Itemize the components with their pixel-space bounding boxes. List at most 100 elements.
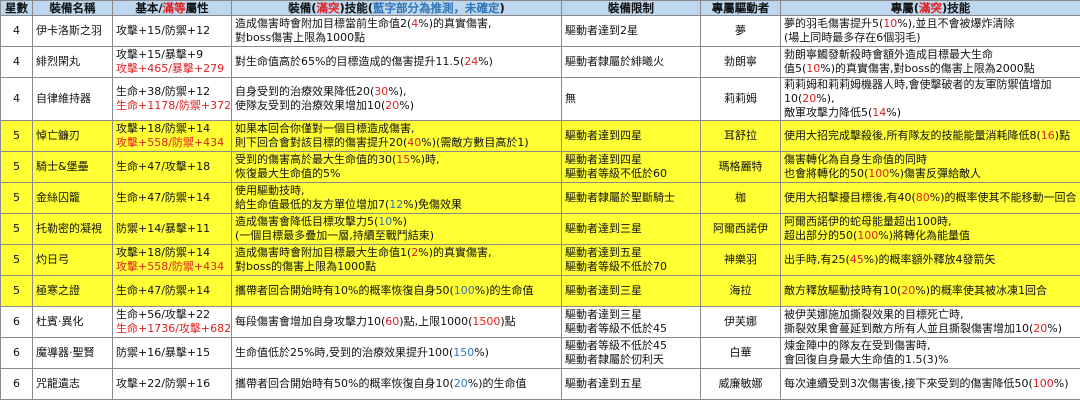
effect-cell: 攜帶者回合開始時有50%的概率恢復自身10(20%)的生命值: [231, 368, 562, 400]
attribute-cell-text: 攻擊+22/防禦+16: [116, 377, 211, 390]
effect-cell-line: 造成傷害會降低目標攻擊力5(10%): [235, 215, 558, 229]
effect-cell-text: 對boss的傷害上限為1000點: [235, 260, 377, 273]
effect-cell-line: 使用驅動技時,: [235, 184, 558, 198]
attribute-cell: 攻擊+22/防禦+16: [112, 368, 232, 400]
effect-cell-text: 造成傷害時會附加目標當前生命值2(: [235, 17, 412, 30]
exclusive-skill-cell-line: 撕裂效果會蔓延到敵方所有人並且撕裂傷害增加10(20%): [784, 322, 1077, 336]
effect-cell-line: 造成傷害時會附加目標最大生命值1(2%)的真實傷害,: [235, 246, 558, 260]
effect-cell-text: 恢復最大生命值的5%: [235, 167, 341, 180]
equipment-name-cell: 緋烈閑丸: [32, 46, 113, 78]
table-row: 5 騎士&堡壘 生命+47/攻擊+18 受到的傷害高於最大生命值的30(15%)時, 恢…: [0, 151, 1080, 183]
limit-cell-line: 驅動者等級不低於45: [565, 322, 697, 336]
star-cell: 5: [0, 120, 33, 152]
header-attr: 基本/滿等屬性: [112, 0, 232, 16]
equipment-table: 星數 裝備名稱 基本/滿等屬性 裝備(滿突)技能(藍字部分為推測，未確定) 裝備…: [0, 0, 1080, 400]
effect-cell-text: 造成傷害時會附加目標最大生命值1(: [235, 246, 412, 259]
driver-cell: 夢: [700, 15, 781, 47]
effect-cell-line: 自身受到的治療效果降低20(30%),: [235, 85, 558, 99]
exclusive-skill-cell-text: %)的概率使其不能移動一回合: [929, 191, 1077, 204]
limit-cell: 驅動者隸屬於聖斷騎士: [561, 182, 701, 214]
star-cell: 5: [0, 151, 33, 183]
limit-cell-text: 驅動者隸屬於緋曦火: [565, 55, 664, 68]
table-row: 5 灼日弓 攻擊+18/防禦+14 攻擊+558/防禦+434 造成傷害時會附加目標最大…: [0, 244, 1080, 276]
effect-cell-line: 則下回合會對該目標的傷害提升20(40%)(需敵方數目高於1): [235, 136, 558, 150]
star-cell: 6: [0, 368, 33, 400]
effect-cell-text: %),: [388, 85, 407, 98]
header-exclusive: 專屬(滿突)技能: [780, 0, 1080, 16]
exclusive-skill-cell-text: %)的概率額外釋放4發箭矢: [863, 253, 996, 266]
star-cell: 4: [0, 77, 33, 121]
attribute-cell-text: 防禦+14/暴擊+11: [116, 222, 211, 235]
limit-cell: 驅動者達到四星 驅動者等級不低於60: [561, 151, 701, 183]
effect-cell-line: 使隊友受到的治療效果增加10(20%): [235, 99, 558, 113]
attribute-cell: 生命+47/防禦+14: [112, 182, 232, 214]
attribute-cell-line: 攻擊+558/防禦+434: [116, 136, 228, 150]
limit-cell-text: 驅動者達到2星: [565, 24, 638, 37]
attribute-cell: 攻擊+18/防禦+14 攻擊+558/防禦+434: [112, 244, 232, 276]
exclusive-skill-cell-text: )點: [1054, 129, 1071, 142]
attribute-cell-line: 生命+47/防禦+14: [116, 191, 228, 205]
attribute-cell-line: 防禦+16/暴擊+15: [116, 346, 228, 360]
exclusive-skill-cell-text: 被伊芙娜施加撕裂效果的目標死亡時,: [784, 308, 964, 321]
exclusive-skill-cell-text: %): [1053, 377, 1069, 390]
limit-cell: 驅動者達到三星: [561, 213, 701, 245]
attribute-cell: 生命+47/防禦+14: [112, 275, 232, 307]
limit-cell-text: 驅動者等級不低於60: [565, 167, 667, 180]
exclusive-skill-cell-line: 勃朗寧觸發斬殺時會額外造成目標最大生命: [784, 48, 1077, 62]
effect-cell-text: 對生命值高於65%的目標造成的傷害提升11.5(: [235, 55, 465, 68]
effect-cell-text: 60: [385, 315, 400, 328]
effect-cell-text: 使隊友受到的治療效果增加10(: [235, 99, 386, 112]
attribute-cell-line: 攻擊+15/暴擊+9: [116, 48, 228, 62]
limit-cell-text: 無: [565, 92, 576, 105]
exclusive-skill-cell-text: %)的概率使其被冰凍1回合: [915, 284, 1048, 297]
exclusive-skill-cell-text: 20: [1033, 322, 1048, 335]
equipment-name-cell: 伊卡洛斯之羽: [32, 15, 113, 47]
exclusive-skill-cell-text: 45: [849, 253, 864, 266]
attribute-cell-line: 生命+47/攻擊+18: [116, 160, 228, 174]
equipment-name-cell: 極寒之證: [32, 275, 113, 307]
effect-cell-text: %): [399, 99, 415, 112]
table-row: 6 魔導器·聖賢 防禦+16/暴擊+15 生命值低於25%時,受到的治療效果提升100…: [0, 337, 1080, 369]
attribute-cell-text: 攻擊+15/防禦+12: [116, 24, 211, 37]
star-cell: 5: [0, 213, 33, 245]
header-limit: 裝備限制: [561, 0, 701, 16]
exclusive-skill-cell: 傷害轉化為自身生命值的同時 也會將轉化的50(100%)傷害反彈給敵人: [780, 151, 1080, 183]
table-row: 4 自律維持器 生命+38/防禦+12 生命+1178/防禦+372 自身受到的治療效果…: [0, 77, 1080, 121]
limit-cell-line: 驅動者隸屬於緋曦火: [565, 55, 697, 69]
exclusive-skill-cell-text: (場上同時最多存在6個羽毛): [784, 31, 921, 44]
equipment-name-cell: 魔導器·聖賢: [32, 337, 113, 369]
exclusive-skill-cell-text: %),: [816, 92, 835, 105]
limit-cell: 驅動者達到三星 驅動者等級不低於45: [561, 306, 701, 338]
limit-cell-text: 驅動者隸屬於聖斷騎士: [565, 191, 675, 204]
exclusive-skill-cell: 莉莉姆和莉莉姆機器人時,會使擊破者的友軍防禦值增加10(20%), 敵軍攻擊力降低…: [780, 77, 1080, 121]
driver-cell: 莉莉姆: [700, 77, 781, 121]
attribute-cell: 防禦+16/暴擊+15: [112, 337, 232, 369]
exclusive-skill-cell-text: %),並且不會被爆炸清除: [897, 17, 1015, 30]
exclusive-skill-cell-line: 使用大招完成擊殺後,所有隊友的技能能量消耗降低8(16)點: [784, 129, 1077, 143]
effect-cell: 受到的傷害高於最大生命值的30(15%)時, 恢復最大生命值的5%: [231, 151, 562, 183]
effect-cell-text: )點: [500, 315, 516, 328]
limit-cell: 驅動者達到五星 驅動者等級不低於70: [561, 244, 701, 276]
exclusive-skill-cell: 夢的羽毛傷害提升5(10%),並且不會被爆炸清除 (場上同時最多存在6個羽毛): [780, 15, 1080, 47]
attribute-cell-text: 攻擊+18/防禦+14: [116, 246, 211, 259]
effect-cell-text: %)時,: [410, 153, 440, 166]
table-row: 5 極寒之證 生命+47/防禦+14 攜帶者回合開始時有10%的概率恢復自身50(10…: [0, 275, 1080, 307]
equipment-name-cell: 金絲囚籠: [32, 182, 113, 214]
exclusive-skill-cell-line: 煉金陣中的隊友在受到傷害時,: [784, 339, 1077, 353]
effect-cell: 造成傷害時會附加目標當前生命值2(4%)的真實傷害, 對boss傷害上限為1000…: [231, 15, 562, 47]
exclusive-skill-cell-line: 傷害轉化為自身生命值的同時: [784, 153, 1077, 167]
exclusive-skill-cell: 每次連續受到3次傷害後,接下來受到的傷害降低50(100%): [780, 368, 1080, 400]
effect-cell-text: 則下回合會對該目標的傷害提升20(: [235, 136, 408, 149]
attribute-cell-line: 生命+1736/攻擊+682: [116, 322, 232, 336]
effect-cell: 攜帶者回合開始時有10%的概率恢復自身50(100%)的生命值: [231, 275, 562, 307]
attribute-cell-line: 防禦+14/暴擊+11: [116, 222, 228, 236]
exclusive-skill-cell-text: 超出部分的50(: [784, 229, 858, 242]
header-driver: 專屬驅動者: [700, 0, 781, 16]
limit-cell-line: 驅動者達到三星: [565, 284, 697, 298]
attribute-cell: 防禦+14/暴擊+11: [112, 213, 232, 245]
limit-cell-line: 驅動者隸屬於仞利天: [565, 353, 697, 367]
effect-cell-line: 攜帶者回合開始時有50%的概率恢復自身10(20%)的生命值: [235, 377, 558, 391]
exclusive-skill-cell-line: (場上同時最多存在6個羽毛): [784, 31, 1077, 45]
attribute-cell-text: 生命+1736/攻擊+682: [116, 322, 232, 335]
effect-cell-text: 每段傷害會增加自身攻擊力10(: [235, 315, 386, 328]
